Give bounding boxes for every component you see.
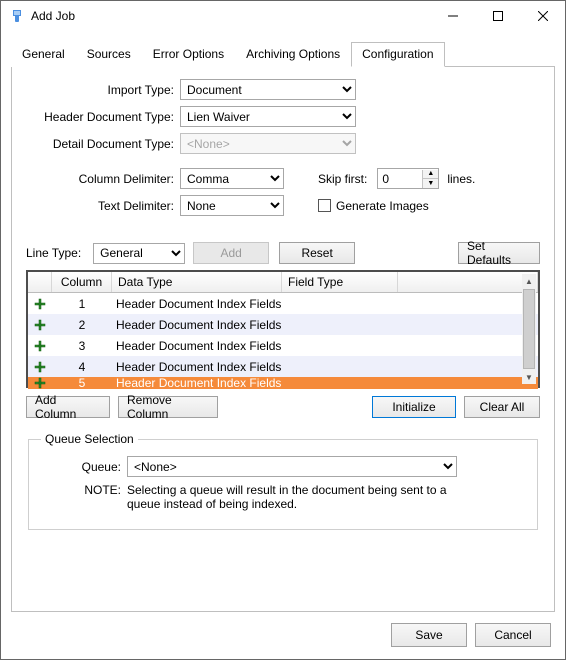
scroll-down-icon[interactable]: ▼ (522, 370, 536, 384)
checkbox-icon (318, 199, 331, 212)
queue-label: Queue: (41, 460, 127, 474)
plus-icon[interactable] (34, 298, 46, 310)
table-row[interactable]: 4Header Document Index Fields (28, 356, 538, 377)
reset-button[interactable]: Reset (279, 242, 355, 264)
cell-data-type: Header Document Index Fields (112, 297, 282, 311)
save-button[interactable]: Save (391, 623, 467, 647)
column-delim-label: Column Delimiter: (26, 172, 180, 186)
tab-general[interactable]: General (11, 42, 76, 67)
app-icon (9, 8, 25, 24)
tab-configuration[interactable]: Configuration (351, 42, 444, 67)
grid-header-column[interactable]: Column (52, 272, 112, 292)
cell-column: 4 (52, 360, 112, 374)
header-doc-type-label: Header Document Type: (26, 110, 180, 124)
line-type-label: Line Type: (26, 246, 81, 260)
maximize-button[interactable] (475, 2, 520, 31)
plus-icon[interactable] (34, 377, 46, 389)
tab-content-configuration: Import Type: Document Header Document Ty… (11, 67, 555, 612)
grid-header-data-type[interactable]: Data Type (112, 272, 282, 292)
import-type-label: Import Type: (26, 83, 180, 97)
import-type-select[interactable]: Document (180, 79, 356, 100)
detail-doc-type-label: Detail Document Type: (26, 137, 180, 151)
cell-data-type: Header Document Index Fields (112, 318, 282, 332)
plus-icon[interactable] (34, 319, 46, 331)
add-column-button[interactable]: Add Column (26, 396, 110, 418)
remove-column-button[interactable]: Remove Column (118, 396, 218, 418)
text-delim-label: Text Delimiter: (26, 199, 180, 213)
grid-header-field-type[interactable]: Field Type (282, 272, 398, 292)
cell-data-type: Header Document Index Fields (112, 360, 282, 374)
column-delim-select[interactable]: Comma (180, 168, 284, 189)
skip-first-label: Skip first: (318, 172, 367, 186)
clear-all-button[interactable]: Clear All (464, 396, 540, 418)
generate-images-checkbox[interactable]: Generate Images (318, 199, 429, 213)
detail-doc-type-select: <None> (180, 133, 356, 154)
window-title: Add Job (31, 9, 430, 23)
cell-data-type: Header Document Index Fields (112, 339, 282, 353)
note-text: Selecting a queue will result in the doc… (127, 483, 447, 511)
cell-column: 3 (52, 339, 112, 353)
set-defaults-button[interactable]: Set Defaults (458, 242, 540, 264)
table-row[interactable]: 5Header Document Index Fields (28, 377, 538, 389)
skip-first-input[interactable] (378, 169, 422, 188)
cell-data-type: Header Document Index Fields (112, 376, 282, 389)
plus-icon[interactable] (34, 361, 46, 373)
columns-grid: Column Data Type Field Type 1Header Docu… (26, 270, 540, 388)
cell-column: 5 (52, 376, 112, 389)
queue-selection-legend: Queue Selection (41, 432, 138, 446)
line-type-select[interactable]: General (93, 243, 185, 264)
cancel-button[interactable]: Cancel (475, 623, 551, 647)
tab-archiving-options[interactable]: Archiving Options (235, 42, 351, 67)
queue-select[interactable]: <None> (127, 456, 457, 477)
queue-selection-group: Queue Selection Queue: <None> NOTE: Sele… (28, 432, 538, 530)
scroll-thumb[interactable] (523, 289, 535, 369)
text-delim-select[interactable]: None (180, 195, 284, 216)
plus-icon[interactable] (34, 340, 46, 352)
cell-column: 1 (52, 297, 112, 311)
grid-scrollbar[interactable]: ▲ ▼ (522, 274, 536, 384)
spin-up-icon[interactable]: ▲ (423, 170, 438, 179)
scroll-up-icon[interactable]: ▲ (522, 274, 536, 288)
tab-sources[interactable]: Sources (76, 42, 142, 67)
header-doc-type-select[interactable]: Lien Waiver (180, 106, 356, 127)
titlebar: Add Job (1, 1, 565, 31)
table-row[interactable]: 1Header Document Index Fields (28, 293, 538, 314)
grid-header: Column Data Type Field Type (28, 272, 538, 293)
close-button[interactable] (520, 2, 565, 31)
tabstrip: General Sources Error Options Archiving … (11, 41, 555, 67)
table-row[interactable]: 2Header Document Index Fields (28, 314, 538, 335)
initialize-button[interactable]: Initialize (372, 396, 456, 418)
minimize-button[interactable] (430, 2, 475, 31)
lines-label: lines. (447, 172, 475, 186)
generate-images-label: Generate Images (336, 199, 429, 213)
tab-error-options[interactable]: Error Options (142, 42, 235, 67)
add-button: Add (193, 242, 269, 264)
note-label: NOTE: (41, 483, 127, 497)
spin-down-icon[interactable]: ▼ (423, 179, 438, 188)
cell-column: 2 (52, 318, 112, 332)
table-row[interactable]: 3Header Document Index Fields (28, 335, 538, 356)
skip-first-stepper[interactable]: ▲ ▼ (377, 168, 439, 189)
